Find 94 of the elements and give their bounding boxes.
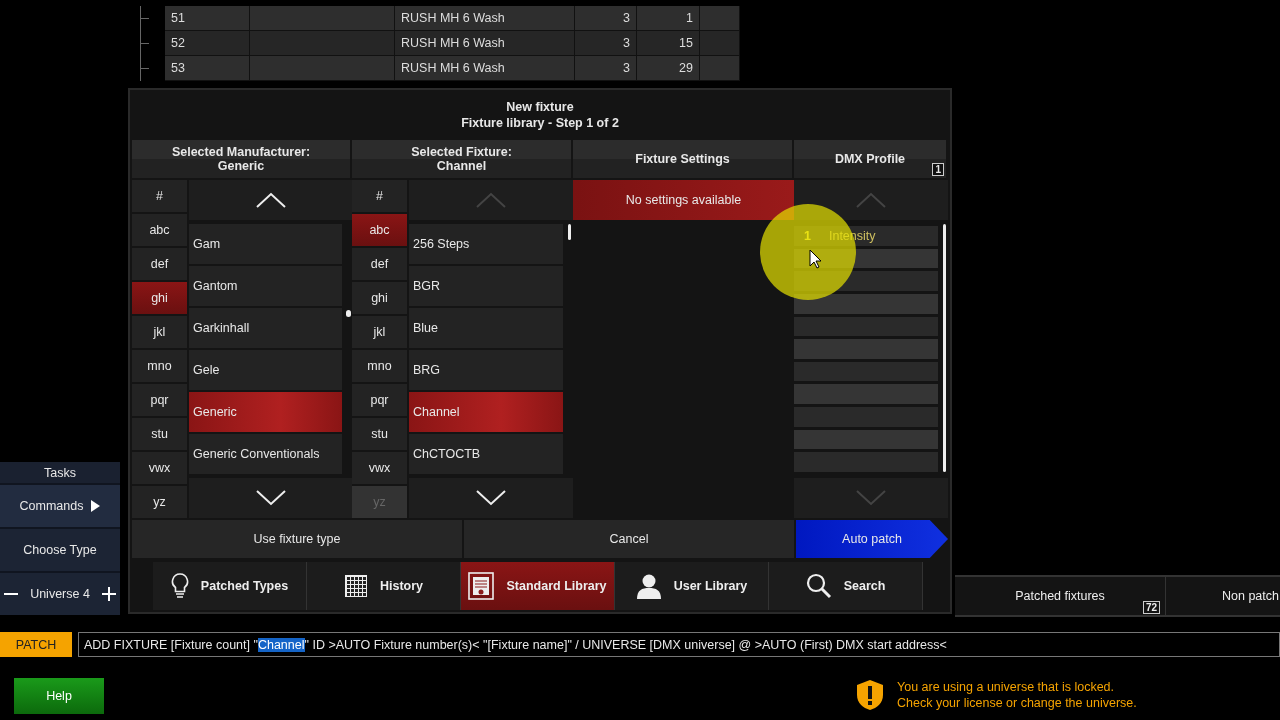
table-cell [700,31,740,56]
column-header: Selected Fixture: [411,145,512,159]
scroll-down-button[interactable] [409,478,573,518]
table-cell: 1 [637,6,700,31]
selected-value: Generic [217,159,265,173]
chevron-down-icon [475,489,507,507]
library-tab[interactable]: User Library [615,562,769,610]
letter-filter-button[interactable]: yz [132,486,187,518]
list-item[interactable]: ChCTOCTB [409,434,563,474]
plus-icon[interactable] [102,587,116,601]
list-item[interactable]: Gantom [189,266,342,306]
count-badge: 72 [1142,601,1160,614]
table-cell [700,6,740,31]
list-item[interactable]: Generic [189,392,342,432]
chevron-up-icon [855,191,887,209]
table-cell: 29 [637,56,700,81]
letter-filter-button[interactable]: vwx [352,452,407,484]
mode-button[interactable]: PATCH [0,632,72,657]
letter-filter-button[interactable]: def [352,248,407,280]
lightbulb-icon [170,573,189,599]
letter-filter-button[interactable]: def [132,248,187,280]
list-item[interactable]: Gam [189,224,342,264]
table-cell: RUSH MH 6 Wash [395,56,575,81]
scrollbar-thumb[interactable] [568,224,571,240]
table-cell: 52 [165,31,250,56]
list-item[interactable]: 256 Steps [409,224,563,264]
scrollbar-thumb[interactable] [943,224,946,472]
letter-filter-button[interactable]: # [352,180,407,212]
library-tab[interactable]: Standard Library [461,562,615,610]
task-item[interactable]: Commands [0,485,120,527]
panel-tab[interactable]: Patched fixtures 72 [955,577,1166,615]
letter-filter-button[interactable]: ghi [132,282,187,314]
table-cell: 15 [637,31,700,56]
list-item[interactable]: Garkinhall [189,308,342,348]
help-button[interactable]: Help [14,678,104,714]
list-item[interactable]: BGR [409,266,563,306]
panel-tab[interactable]: Non patch [1166,577,1280,615]
list-item[interactable]: Channel [409,392,563,432]
dialog-subtitle: Fixture library - Step 1 of 2 [461,116,619,130]
count-badge: 1 [932,163,944,176]
user-icon [635,573,662,599]
letter-filter-button[interactable]: mno [132,350,187,382]
status-message: No settings available [573,180,794,220]
list-item[interactable]: BRG [409,350,563,390]
list-item[interactable]: Blue [409,308,563,348]
warning-shield-icon [855,679,885,711]
chevron-up-icon [254,191,287,209]
letter-filter-button[interactable]: vwx [132,452,187,484]
chevron-down-icon [855,489,887,507]
table-cell: 53 [165,56,250,81]
panel-title: Tasks [0,462,120,483]
letter-filter-button[interactable]: jkl [132,316,187,348]
library-tab[interactable]: Patched Types [153,562,307,610]
dialog-title: New fixture [506,100,574,114]
table-cell [700,56,740,81]
cursor-icon [809,249,823,269]
library-tab[interactable]: Search [769,562,923,610]
table-cell: 51 [165,6,250,31]
letter-filter-button[interactable]: mno [352,350,407,382]
column-header: Selected Manufacturer: [171,145,311,159]
document-icon [468,572,495,600]
table-cell: 3 [575,31,637,56]
selected-value: Channel [436,159,487,173]
letter-filter-button[interactable]: jkl [352,316,407,348]
column-header: DMX Profile [834,152,906,166]
letter-filter-button[interactable]: ghi [352,282,407,314]
table-cell: RUSH MH 6 Wash [395,31,575,56]
chevron-up-icon [475,191,507,209]
submenu-arrow-icon [91,500,101,512]
letter-filter-button[interactable]: pqr [132,384,187,416]
universe-stepper[interactable]: Universe 4 [0,573,120,615]
scroll-indicator [346,310,351,317]
letter-filter-button[interactable]: pqr [352,384,407,416]
list-item[interactable]: Generic Conventionals [189,434,342,474]
table-cell: 3 [575,6,637,31]
letter-filter-button[interactable]: abc [352,214,407,246]
column-header: Fixture Settings [635,152,730,166]
table-cell: RUSH MH 6 Wash [395,6,575,31]
warning-message: You are using a universe that is locked. Check your license or change the universe. [897,679,1137,711]
calendar-grid-icon [343,574,368,598]
letter-filter-button[interactable]: # [132,180,187,212]
table-cell: 3 [575,56,637,81]
letter-filter-button[interactable]: abc [132,214,187,246]
dialog-button[interactable]: Cancel [464,520,794,558]
letter-filter-button[interactable]: stu [132,418,187,450]
scroll-down-button[interactable] [189,478,352,518]
chevron-down-icon [254,489,287,507]
dialog-button[interactable]: Use fixture type [132,520,462,558]
letter-filter-button[interactable]: stu [352,418,407,450]
search-icon [805,573,832,599]
dialog-button[interactable]: Auto patch [796,520,948,558]
list-item[interactable]: Gele [189,350,342,390]
task-item[interactable]: Choose Type [0,529,120,571]
library-tab[interactable]: History [307,562,461,610]
